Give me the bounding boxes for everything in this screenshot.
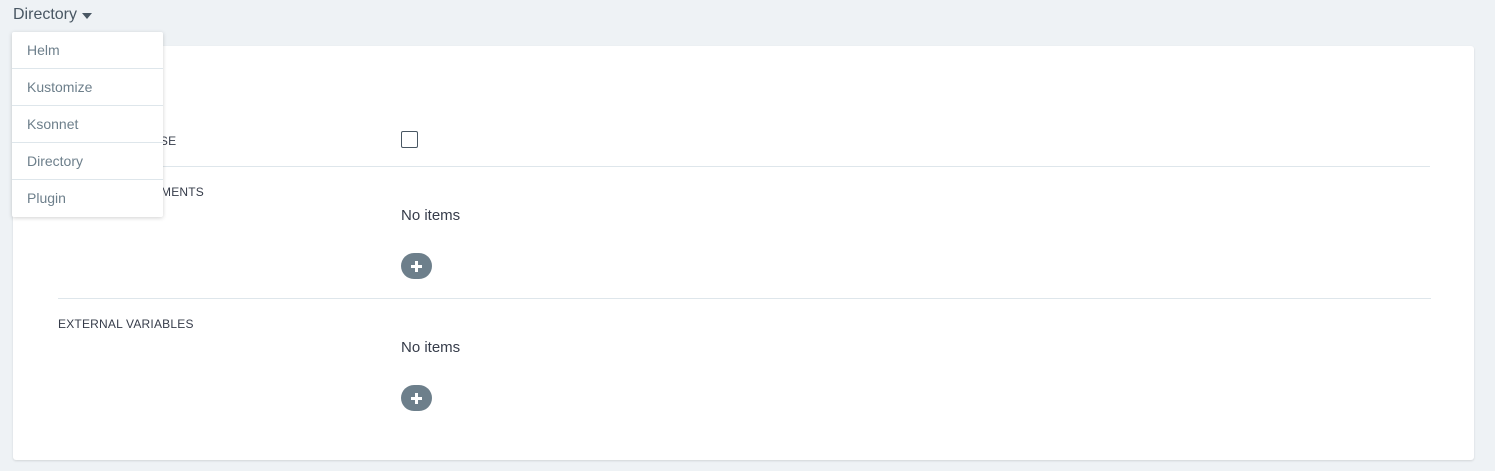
dropdown-item-kustomize[interactable]: Kustomize bbox=[12, 69, 163, 106]
divider bbox=[58, 298, 1431, 299]
dropdown-item-helm[interactable]: Helm bbox=[12, 32, 163, 69]
source-type-dropdown-menu: Helm Kustomize Ksonnet Directory Plugin bbox=[12, 32, 163, 217]
directory-settings-panel: RSE MENTS No items EXTERNAL VARIABLES No… bbox=[13, 46, 1474, 460]
plus-icon bbox=[411, 392, 422, 404]
external-variables-label: EXTERNAL VARIABLES bbox=[58, 317, 194, 331]
divider bbox=[58, 166, 1430, 167]
add-external-variable-button[interactable] bbox=[401, 385, 432, 411]
external-variables-empty-text: No items bbox=[401, 339, 461, 356]
source-type-label: Directory bbox=[13, 6, 78, 23]
top-level-arguments-empty-text: No items bbox=[401, 207, 461, 224]
directory-recurse-checkbox[interactable] bbox=[401, 131, 418, 148]
dropdown-item-directory[interactable]: Directory bbox=[12, 143, 163, 180]
dropdown-item-ksonnet[interactable]: Ksonnet bbox=[12, 106, 163, 143]
add-top-level-argument-button[interactable] bbox=[401, 253, 432, 279]
top-level-arguments-label: MENTS bbox=[161, 185, 204, 199]
caret-down-icon bbox=[82, 13, 93, 19]
dropdown-item-plugin[interactable]: Plugin bbox=[12, 180, 163, 217]
plus-icon bbox=[411, 260, 422, 272]
source-type-dropdown-trigger[interactable]: Directory bbox=[13, 6, 93, 24]
